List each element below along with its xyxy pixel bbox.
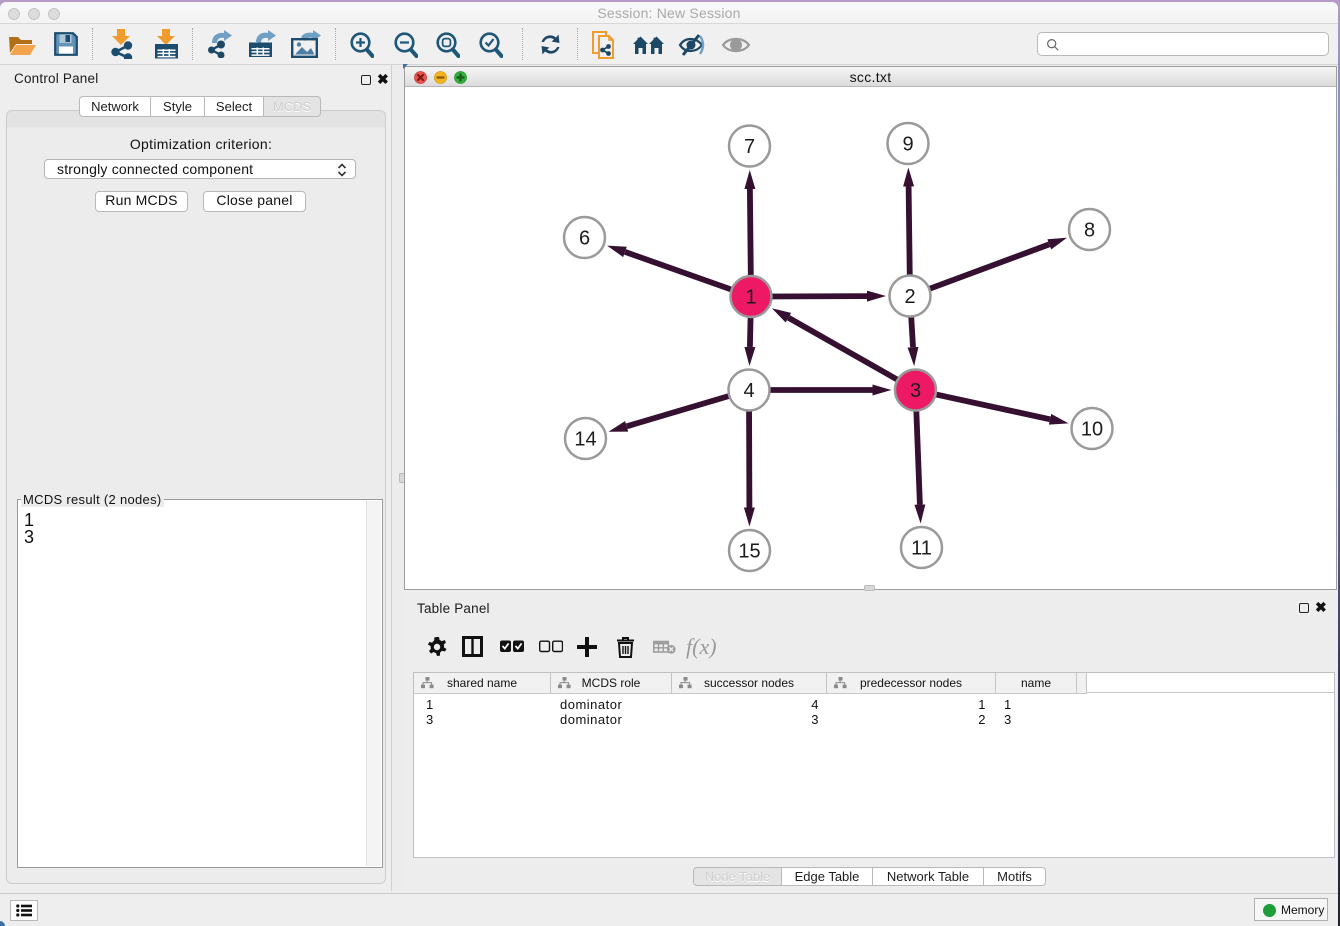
svg-text:10: 10: [1081, 419, 1103, 441]
svg-text:11: 11: [911, 538, 932, 560]
svg-text:3: 3: [910, 380, 921, 402]
svg-text:14: 14: [574, 429, 596, 451]
svg-text:8: 8: [1084, 220, 1095, 242]
svg-text:6: 6: [579, 228, 590, 250]
svg-text:1: 1: [745, 287, 756, 309]
svg-text:15: 15: [738, 541, 760, 563]
svg-text:7: 7: [744, 136, 755, 158]
svg-text:9: 9: [902, 134, 913, 156]
svg-text:2: 2: [904, 286, 915, 308]
svg-text:4: 4: [743, 380, 754, 402]
